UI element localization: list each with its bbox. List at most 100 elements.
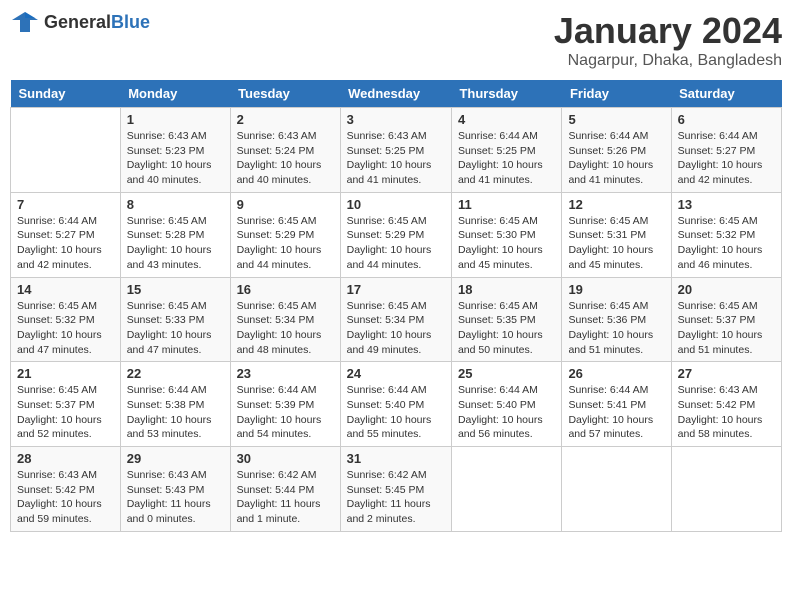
calendar-week-row: 1 Sunrise: 6:43 AM Sunset: 5:23 PM Daylig… bbox=[11, 108, 782, 193]
calendar-cell: 5 Sunrise: 6:44 AM Sunset: 5:26 PM Daylig… bbox=[562, 108, 671, 193]
day-number: 24 bbox=[347, 366, 445, 381]
calendar-cell: 1 Sunrise: 6:43 AM Sunset: 5:23 PM Daylig… bbox=[120, 108, 230, 193]
day-info: Sunrise: 6:44 AM Sunset: 5:26 PM Dayligh… bbox=[568, 129, 664, 188]
calendar-cell: 9Sunrise: 6:45 AM Sunset: 5:29 PM Daylig… bbox=[230, 192, 340, 277]
calendar-cell: 23 Sunrise: 6:44 AM Sunset: 5:39 PM Dayli… bbox=[230, 362, 340, 447]
day-number: 8 bbox=[127, 197, 224, 212]
day-number: 14 bbox=[17, 282, 114, 297]
day-info: Sunrise: 6:45 AM Sunset: 5:29 PM Dayligh… bbox=[347, 214, 445, 273]
calendar-cell: 8 Sunrise: 6:45 AM Sunset: 5:28 PM Daylig… bbox=[120, 192, 230, 277]
day-info: Sunrise: 6:43 AM Sunset: 5:25 PM Dayligh… bbox=[347, 129, 445, 188]
day-number: 11 bbox=[458, 197, 555, 212]
day-number: 15 bbox=[127, 282, 224, 297]
day-info: Sunrise: 6:45 AM Sunset: 5:32 PM Dayligh… bbox=[17, 299, 114, 358]
day-info: Sunrise: 6:43 AM Sunset: 5:42 PM Dayligh… bbox=[17, 468, 114, 527]
day-info: Sunrise: 6:45 AM Sunset: 5:31 PM Dayligh… bbox=[568, 214, 664, 273]
calendar-cell bbox=[451, 447, 561, 532]
day-number: 1 bbox=[127, 112, 224, 127]
day-info: Sunrise: 6:45 AM Sunset: 5:34 PM Dayligh… bbox=[347, 299, 445, 358]
day-number: 31 bbox=[347, 451, 445, 466]
day-info: Sunrise: 6:45 AM Sunset: 5:37 PM Dayligh… bbox=[17, 383, 114, 442]
day-info: Sunrise: 6:45 AM Sunset: 5:32 PM Dayligh… bbox=[678, 214, 775, 273]
logo-bird-icon bbox=[10, 10, 40, 34]
calendar-cell: 17 Sunrise: 6:45 AM Sunset: 5:34 PM Dayli… bbox=[340, 277, 451, 362]
column-header-monday: Monday bbox=[120, 80, 230, 108]
calendar-cell: 21 Sunrise: 6:45 AM Sunset: 5:37 PM Dayli… bbox=[11, 362, 121, 447]
calendar-cell: 30Sunrise: 6:42 AM Sunset: 5:44 PM Dayli… bbox=[230, 447, 340, 532]
day-number: 13 bbox=[678, 197, 775, 212]
day-number: 22 bbox=[127, 366, 224, 381]
calendar-cell bbox=[562, 447, 671, 532]
day-info: Sunrise: 6:45 AM Sunset: 5:28 PM Dayligh… bbox=[127, 214, 224, 273]
day-info: Sunrise: 6:42 AM Sunset: 5:44 PM Dayligh… bbox=[237, 468, 334, 527]
day-info: Sunrise: 6:45 AM Sunset: 5:35 PM Dayligh… bbox=[458, 299, 555, 358]
day-number: 4 bbox=[458, 112, 555, 127]
day-number: 20 bbox=[678, 282, 775, 297]
calendar-cell: 14 Sunrise: 6:45 AM Sunset: 5:32 PM Dayli… bbox=[11, 277, 121, 362]
day-info: Sunrise: 6:44 AM Sunset: 5:39 PM Dayligh… bbox=[237, 383, 334, 442]
calendar-cell: 10 Sunrise: 6:45 AM Sunset: 5:29 PM Dayli… bbox=[340, 192, 451, 277]
calendar-cell: 2 Sunrise: 6:43 AM Sunset: 5:24 PM Daylig… bbox=[230, 108, 340, 193]
calendar-week-row: 14 Sunrise: 6:45 AM Sunset: 5:32 PM Dayli… bbox=[11, 277, 782, 362]
calendar-cell: 27 Sunrise: 6:43 AM Sunset: 5:42 PM Dayli… bbox=[671, 362, 781, 447]
day-number: 17 bbox=[347, 282, 445, 297]
day-number: 16 bbox=[237, 282, 334, 297]
logo-general: GeneralBlue bbox=[44, 12, 150, 33]
day-number: 3 bbox=[347, 112, 445, 127]
calendar-cell: 16 Sunrise: 6:45 AM Sunset: 5:34 PM Dayli… bbox=[230, 277, 340, 362]
calendar-week-row: 28 Sunrise: 6:43 AM Sunset: 5:42 PM Dayli… bbox=[11, 447, 782, 532]
location-subtitle: Nagarpur, Dhaka, Bangladesh bbox=[554, 52, 782, 70]
calendar-cell: 20 Sunrise: 6:45 AM Sunset: 5:37 PM Dayli… bbox=[671, 277, 781, 362]
day-info: Sunrise: 6:42 AM Sunset: 5:45 PM Dayligh… bbox=[347, 468, 445, 527]
calendar-cell bbox=[11, 108, 121, 193]
day-number: 5 bbox=[568, 112, 664, 127]
calendar-cell: 18 Sunrise: 6:45 AM Sunset: 5:35 PM Dayli… bbox=[451, 277, 561, 362]
logo: GeneralBlue bbox=[10, 10, 150, 34]
day-number: 26 bbox=[568, 366, 664, 381]
day-info: Sunrise: 6:45 AM Sunset: 5:37 PM Dayligh… bbox=[678, 299, 775, 358]
day-number: 18 bbox=[458, 282, 555, 297]
calendar-cell: 28 Sunrise: 6:43 AM Sunset: 5:42 PM Dayli… bbox=[11, 447, 121, 532]
calendar-cell: 24Sunrise: 6:44 AM Sunset: 5:40 PM Dayli… bbox=[340, 362, 451, 447]
calendar-cell: 6Sunrise: 6:44 AM Sunset: 5:27 PM Daylig… bbox=[671, 108, 781, 193]
day-info: Sunrise: 6:43 AM Sunset: 5:24 PM Dayligh… bbox=[237, 129, 334, 188]
day-number: 6 bbox=[678, 112, 775, 127]
column-header-friday: Friday bbox=[562, 80, 671, 108]
day-info: Sunrise: 6:44 AM Sunset: 5:41 PM Dayligh… bbox=[568, 383, 664, 442]
day-number: 10 bbox=[347, 197, 445, 212]
day-info: Sunrise: 6:43 AM Sunset: 5:42 PM Dayligh… bbox=[678, 383, 775, 442]
calendar-cell: 22 Sunrise: 6:44 AM Sunset: 5:38 PM Dayli… bbox=[120, 362, 230, 447]
day-info: Sunrise: 6:43 AM Sunset: 5:23 PM Dayligh… bbox=[127, 129, 224, 188]
day-number: 29 bbox=[127, 451, 224, 466]
month-year-title: January 2024 bbox=[554, 10, 782, 52]
day-info: Sunrise: 6:44 AM Sunset: 5:38 PM Dayligh… bbox=[127, 383, 224, 442]
page-header: GeneralBlue January 2024 Nagarpur, Dhaka… bbox=[10, 10, 782, 70]
calendar-cell: 12Sunrise: 6:45 AM Sunset: 5:31 PM Dayli… bbox=[562, 192, 671, 277]
calendar-header-row: SundayMondayTuesdayWednesdayThursdayFrid… bbox=[11, 80, 782, 108]
day-number: 21 bbox=[17, 366, 114, 381]
calendar-cell: 26 Sunrise: 6:44 AM Sunset: 5:41 PM Dayli… bbox=[562, 362, 671, 447]
column-header-saturday: Saturday bbox=[671, 80, 781, 108]
day-info: Sunrise: 6:44 AM Sunset: 5:40 PM Dayligh… bbox=[458, 383, 555, 442]
day-number: 28 bbox=[17, 451, 114, 466]
calendar-cell: 11 Sunrise: 6:45 AM Sunset: 5:30 PM Dayli… bbox=[451, 192, 561, 277]
calendar-table: SundayMondayTuesdayWednesdayThursdayFrid… bbox=[10, 80, 782, 532]
day-number: 2 bbox=[237, 112, 334, 127]
title-section: January 2024 Nagarpur, Dhaka, Bangladesh bbox=[554, 10, 782, 70]
calendar-cell: 31 Sunrise: 6:42 AM Sunset: 5:45 PM Dayli… bbox=[340, 447, 451, 532]
day-number: 25 bbox=[458, 366, 555, 381]
calendar-week-row: 21 Sunrise: 6:45 AM Sunset: 5:37 PM Dayli… bbox=[11, 362, 782, 447]
column-header-tuesday: Tuesday bbox=[230, 80, 340, 108]
column-header-wednesday: Wednesday bbox=[340, 80, 451, 108]
day-info: Sunrise: 6:45 AM Sunset: 5:34 PM Dayligh… bbox=[237, 299, 334, 358]
column-header-thursday: Thursday bbox=[451, 80, 561, 108]
day-info: Sunrise: 6:45 AM Sunset: 5:30 PM Dayligh… bbox=[458, 214, 555, 273]
day-number: 23 bbox=[237, 366, 334, 381]
day-number: 27 bbox=[678, 366, 775, 381]
calendar-cell: 19Sunrise: 6:45 AM Sunset: 5:36 PM Dayli… bbox=[562, 277, 671, 362]
calendar-cell: 25 Sunrise: 6:44 AM Sunset: 5:40 PM Dayli… bbox=[451, 362, 561, 447]
day-number: 7 bbox=[17, 197, 114, 212]
calendar-cell: 7Sunrise: 6:44 AM Sunset: 5:27 PM Daylig… bbox=[11, 192, 121, 277]
calendar-cell: 29Sunrise: 6:43 AM Sunset: 5:43 PM Dayli… bbox=[120, 447, 230, 532]
column-header-sunday: Sunday bbox=[11, 80, 121, 108]
